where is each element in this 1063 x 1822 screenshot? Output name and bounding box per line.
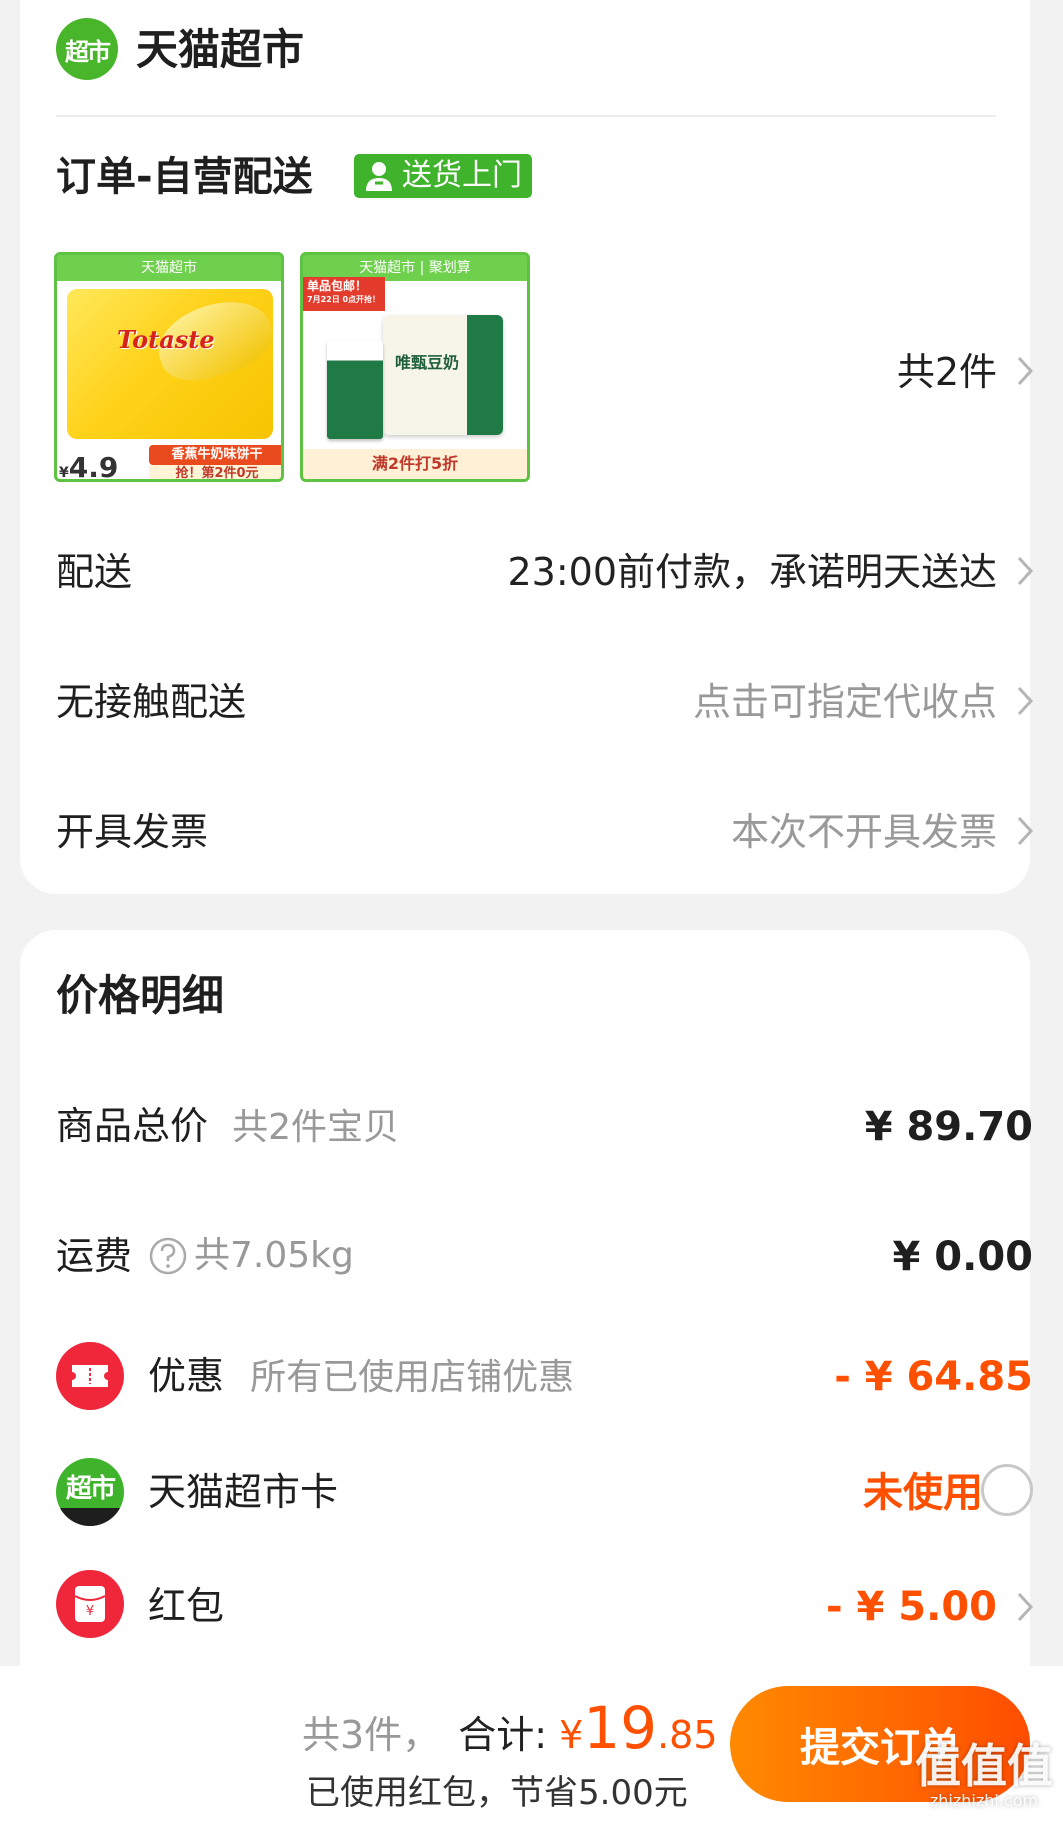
goods-count: 共2件宝贝 — [232, 1107, 400, 1148]
svg-text:¥: ¥ — [86, 1604, 94, 1619]
shipping-row: 运费 共7.05kg — [56, 1230, 354, 1282]
price-detail-title: 价格明细 — [56, 971, 225, 1020]
product-price: ¥4.9 — [59, 451, 119, 482]
red-packet-value[interactable]: - ¥ 5.00 — [826, 1580, 997, 1634]
shop-logo: 超市 — [56, 18, 118, 80]
contactless-label: 无接触配送 — [56, 680, 247, 724]
discount-desc: 所有已使用店铺优惠 — [250, 1357, 575, 1398]
product-label: 单品包邮！ 7月22日 0点开抢！ — [303, 277, 385, 311]
divider — [56, 115, 996, 117]
shipping-weight: 共7.05kg — [194, 1235, 354, 1276]
delivery-badge-label: 送货上门 — [402, 158, 522, 193]
contactless-value[interactable]: 点击可指定代收点 — [693, 676, 997, 728]
product-brand: Totaste — [117, 325, 215, 354]
item-count[interactable]: 共2件 — [897, 346, 997, 398]
discount-label: 优惠 — [148, 1354, 225, 1398]
total-line: 共3件， 合计: ¥19.85 — [302, 1694, 718, 1763]
person-icon — [366, 162, 392, 191]
discount-value: - ¥ 64.85 — [834, 1354, 1033, 1400]
delivery-badge: 送货上门 — [354, 154, 532, 198]
saved-text: 已使用红包，节省5.00元 — [306, 1773, 688, 1813]
chevron-right-icon[interactable] — [1015, 354, 1035, 388]
carton-image — [327, 341, 383, 439]
product-thumbnail[interactable]: 天猫超市 | 聚划算 单品包邮！ 7月22日 0点开抢！ 唯甄豆奶 满2件打5折 — [300, 252, 530, 482]
checkout-bar: 共3件， 合计: ¥19.85 已使用红包，节省5.00元 提交订单 — [0, 1666, 1063, 1822]
invoice-value[interactable]: 本次不开具发票 — [731, 806, 997, 858]
chevron-right-icon[interactable] — [1015, 554, 1035, 588]
total-count: 共3件， — [302, 1713, 441, 1757]
shop-name[interactable]: 天猫超市 — [136, 22, 304, 78]
product-image — [383, 315, 503, 435]
product-tag: 香蕉牛奶味饼干 — [149, 445, 281, 465]
discount-row: 优惠 所有已使用店铺优惠 — [148, 1350, 574, 1404]
red-packet-icon: ¥ — [56, 1570, 124, 1638]
shipping-label: 运费 — [56, 1234, 133, 1278]
total-label: 合计: — [458, 1713, 547, 1757]
price-card — [20, 930, 1030, 1670]
delivery-value[interactable]: 23:00前付款，承诺明天送达 — [507, 546, 997, 598]
order-title: 订单-自营配送 — [56, 154, 313, 200]
market-card-label: 天猫超市卡 — [148, 1470, 339, 1514]
product-deal: 抢！第2件0元 — [149, 465, 281, 479]
delivery-label: 配送 — [56, 550, 133, 594]
goods-total-value: ¥ 89.70 — [864, 1104, 1033, 1150]
market-card-icon: 超市 — [56, 1458, 124, 1526]
chevron-right-icon[interactable] — [1015, 684, 1035, 718]
product-deal: 满2件打5折 — [303, 449, 527, 479]
coupon-icon — [56, 1342, 124, 1410]
goods-total-label: 商品总价 — [56, 1104, 209, 1148]
market-card-status: 未使用 — [863, 1470, 983, 1516]
product-thumbnail[interactable]: 天猫超市 Totaste 香蕉牛奶味饼干 ¥4.9 抢！第2件0元 — [54, 252, 284, 482]
red-packet-label: 红包 — [148, 1584, 225, 1628]
help-icon[interactable] — [148, 1236, 188, 1276]
watermark-logo: 值值值 zhizhizhi.com — [915, 1739, 1053, 1810]
product-header: 天猫超市 — [141, 260, 197, 276]
shipping-value: ¥ 0.00 — [892, 1234, 1033, 1280]
product-name: 唯甄豆奶 — [395, 353, 460, 372]
total-amount: ¥19.85 — [559, 1694, 718, 1762]
invoice-label: 开具发票 — [56, 810, 209, 854]
chevron-right-icon[interactable] — [1015, 1590, 1035, 1624]
market-card-radio[interactable] — [981, 1464, 1033, 1516]
chevron-right-icon[interactable] — [1015, 814, 1035, 848]
goods-total-row: 商品总价 共2件宝贝 — [56, 1100, 399, 1154]
